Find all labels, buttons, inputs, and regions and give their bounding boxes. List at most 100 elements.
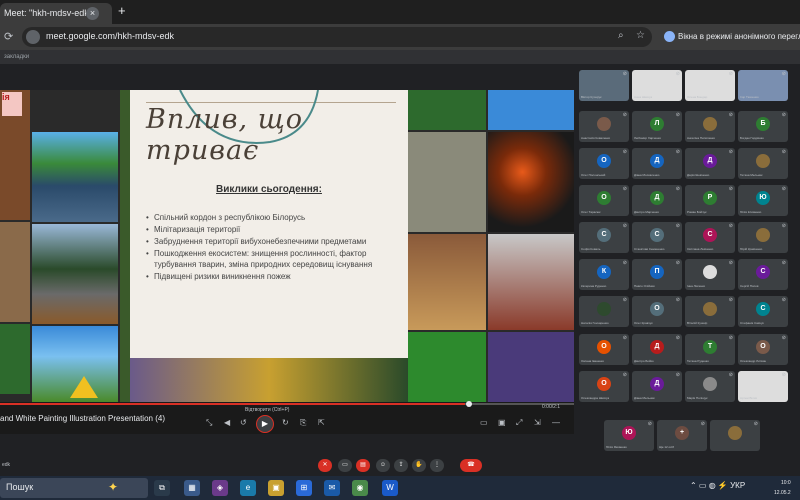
fullscreen-icon[interactable]: ⤢ — [516, 418, 522, 428]
participant-tile[interactable]: Д ⊘ Діана Москаленко — [632, 148, 682, 179]
captions-button[interactable]: ▤ — [356, 459, 370, 472]
more-icon[interactable]: — — [552, 418, 560, 427]
present-button[interactable]: ⇪ — [394, 459, 408, 472]
forward-icon[interactable]: ↻ — [282, 418, 289, 427]
new-tab-button[interactable]: + — [118, 3, 126, 18]
participant-name: Ігор Ткаченко — [740, 95, 759, 99]
participant-tile[interactable]: Д ⊘ Дмитро Марченко — [632, 185, 682, 216]
participant-tile[interactable]: О ⊘ Олег Кравчук — [632, 296, 682, 327]
participant-tile[interactable]: ⊘ Наталія Гончаренко — [579, 296, 629, 327]
previous-icon[interactable]: ◀ — [224, 418, 230, 427]
participant-tile[interactable]: ⊘ Віталій Кушнір — [685, 296, 735, 327]
edge-icon[interactable]: e — [240, 480, 256, 496]
participant-tile[interactable]: ⊘ Ангеліна Пилипенко — [685, 111, 735, 142]
system-tray[interactable]: ⌃ ▭ ◍ ⚡ УКР — [690, 481, 745, 490]
participant-tile[interactable]: С ⊘ Станіслав Семененко — [632, 222, 682, 253]
participant-name: Олег Кравчук — [634, 321, 653, 325]
participant-tile[interactable]: ⊘ Тетяна Мельник — [738, 148, 788, 179]
mail-icon[interactable]: ✉ — [324, 480, 340, 496]
participant-tile[interactable]: Д ⊘ Діана Мельник — [632, 371, 682, 402]
omnibox[interactable]: meet.google.com/hkh-mdsv-edk ⌕ ☆ — [22, 27, 652, 47]
avatar: О — [597, 154, 611, 168]
participant-name: Олександр Литвин — [740, 359, 767, 363]
pip-icon[interactable]: ▣ — [498, 418, 506, 427]
participant-tile[interactable]: ⊘ Олена Бондар — [685, 70, 735, 101]
participant-tile[interactable]: Б ⊘ Богдан Гордієнко — [738, 111, 788, 142]
incognito-indicator[interactable]: Вікна в режимі анонімного перегляд — [664, 28, 800, 46]
participant-tile[interactable]: ⊘ Анастасія Коваленко — [579, 111, 629, 142]
bookmark-star-icon[interactable]: ☆ — [636, 30, 645, 41]
expand-icon[interactable]: ⇲ — [534, 418, 541, 427]
photo-debris — [408, 132, 486, 232]
photo-lake — [32, 132, 118, 222]
leave-call-button[interactable]: ☎ — [460, 459, 482, 472]
participant-tile[interactable]: П ⊘ Павло Олійник — [632, 259, 682, 290]
file-explorer-icon[interactable]: ▣ — [268, 480, 284, 496]
participant-tile[interactable]: О ⊘ Олег Полонський — [579, 148, 629, 179]
avatar — [756, 377, 770, 391]
participant-tile[interactable]: ⊘ Юрій Кравченко — [738, 222, 788, 253]
participant-name: Юлія Клименко — [740, 210, 762, 214]
site-info-icon[interactable] — [26, 30, 40, 44]
clock[interactable]: 10:0 12.05.2 — [774, 478, 791, 498]
participant-tile[interactable]: С ⊘ Софія Коваль — [579, 222, 629, 253]
back-icon[interactable]: ↺ — [240, 418, 247, 427]
task-view-icon[interactable]: ⧉ — [154, 480, 170, 496]
participant-tile[interactable]: Д ⊘ Дмитро Бойко — [632, 334, 682, 365]
participant-name: Павло Олійник — [634, 284, 655, 288]
participant-tile[interactable]: ⊘ Марія Поліщук — [685, 371, 735, 402]
url-text[interactable]: meet.google.com/hkh-mdsv-edk — [46, 31, 174, 41]
participant-tile[interactable]: ⊘ Віктор Кучерук — [579, 70, 629, 101]
more-options-button[interactable]: ⋮ — [430, 459, 444, 472]
participant-tile[interactable]: О ⊘ Олег Тарасюк — [579, 185, 629, 216]
copilot-icon[interactable]: ◈ — [212, 480, 228, 496]
participant-tile[interactable]: С ⊘ Сергій Попов — [738, 259, 788, 290]
participant-name: Олег Тарасюк — [581, 210, 601, 214]
shrink-icon[interactable]: ⤡ — [206, 418, 212, 428]
camera-button[interactable]: ▭ — [338, 459, 352, 472]
participant-tile[interactable]: Р ⊘ Роман Бойчук — [685, 185, 735, 216]
participant-tile[interactable]: О ⊘ Оксана Іваненко — [579, 334, 629, 365]
slide-bullet-list: Спільний кордон з республікою Білорусь М… — [144, 212, 406, 283]
tab-meet[interactable]: Meet: "hkh-mdsv-edk" × — [0, 3, 112, 24]
participant-tile[interactable]: О ⊘ Олександра Шевчук — [579, 371, 629, 402]
emoji-button[interactable]: ☺ — [376, 459, 390, 472]
next-icon[interactable]: ⎘ — [300, 418, 306, 428]
participant-name: Олена Бондар — [687, 95, 708, 99]
participant-tile[interactable]: ⊘ Артем Білик — [738, 371, 788, 402]
raise-hand-button[interactable]: ✋ — [412, 459, 426, 472]
play-button[interactable]: ▶ — [256, 415, 274, 433]
word-icon[interactable]: W — [382, 480, 398, 496]
widgets-icon[interactable]: ▦ — [184, 480, 200, 496]
participant-tile[interactable]: ⊘ Інна Лисенко — [685, 259, 735, 290]
progress-bar[interactable] — [0, 401, 574, 407]
mic-muted-icon: ⊘ — [647, 421, 652, 427]
language-indicator[interactable]: УКР — [730, 481, 745, 490]
avatar: О — [597, 377, 611, 391]
presentation-controls: 0:00/2:1 and White Painting Illustration… — [0, 401, 574, 434]
participant-tile[interactable]: ⊘ Ігор Ткаченко — [738, 70, 788, 101]
participant-tile[interactable]: Д ⊘ Дарія Шевченко — [685, 148, 735, 179]
reload-icon[interactable]: ⟳ — [4, 30, 13, 43]
participant-tile[interactable]: ⊘ Анна Шевчук — [632, 70, 682, 101]
tab-close-icon[interactable]: × — [86, 7, 99, 20]
participant-tile[interactable]: Ю ⊘ Юлія Клименко — [738, 185, 788, 216]
participant-tile[interactable]: О ⊘ Олександр Литвин — [738, 334, 788, 365]
taskbar-search[interactable]: Пошук ✦ — [0, 478, 148, 498]
progress-knob[interactable] — [466, 401, 472, 407]
participant-tile[interactable]: Л ⊘ Любомир Харченко — [632, 111, 682, 142]
zoom-icon[interactable]: ⌕ — [618, 30, 624, 41]
participant-tile[interactable]: Т ⊘ Тетяна Руденко — [685, 334, 735, 365]
chrome-icon[interactable]: ◉ — [352, 480, 368, 496]
captions-icon[interactable]: ▭ — [480, 418, 488, 427]
avatar: С — [703, 228, 717, 242]
participant-tile[interactable]: К ⊘ Катерина Руденко — [579, 259, 629, 290]
store-icon[interactable]: ⊞ — [296, 480, 312, 496]
photo-sky — [488, 90, 574, 130]
mic-off-button[interactable]: ✕ — [318, 459, 332, 472]
participant-tile[interactable]: С ⊘ Стефанія Савчук — [738, 296, 788, 327]
avatar — [756, 76, 770, 90]
participant-tile[interactable]: С ⊘ Світлана Левченко — [685, 222, 735, 253]
avatar: + — [675, 426, 689, 440]
popout-icon[interactable]: ⇱ — [318, 418, 325, 427]
